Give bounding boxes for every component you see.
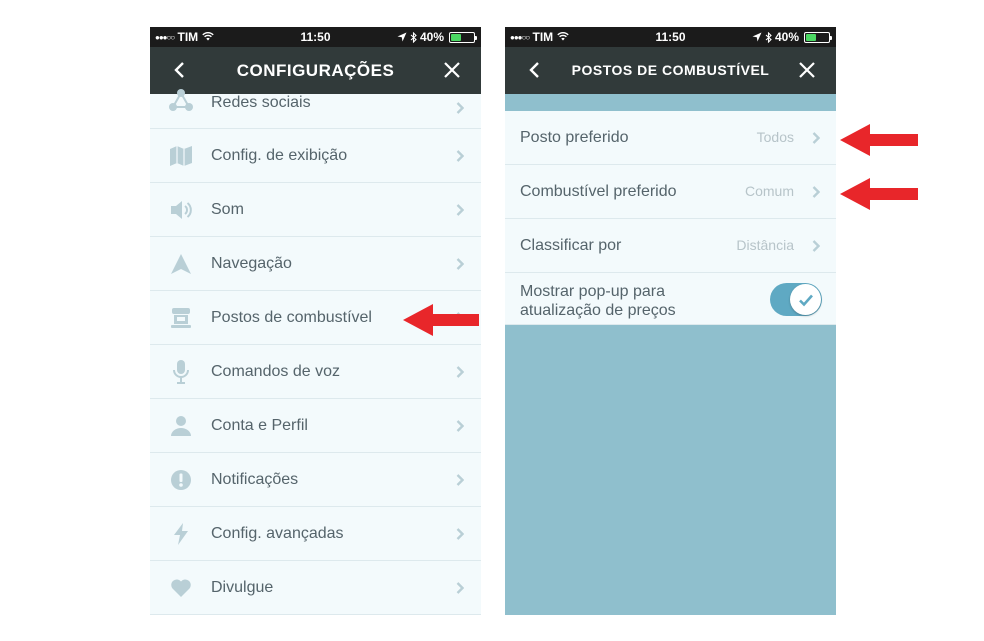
annotation-arrow-left (403, 304, 479, 336)
settings-item-comandos-voz[interactable]: Comandos de voz (150, 345, 481, 399)
toggle-knob (790, 284, 821, 315)
chevron-right-icon (812, 132, 820, 144)
lightning-icon (169, 522, 193, 546)
gas-station-icon (169, 306, 193, 330)
setting-label: Combustível preferido (520, 183, 677, 200)
section-spacer (505, 94, 836, 111)
bluetooth-icon (410, 31, 417, 43)
chevron-right-icon (456, 365, 464, 378)
map-icon (169, 144, 193, 168)
settings-item-label: Som (211, 200, 244, 218)
setting-label: Posto preferido (520, 129, 629, 146)
settings-item-label: Navegação (211, 254, 292, 272)
settings-item-label: Redes sociais (211, 94, 311, 111)
status-bar: ●●●○○ TIM 11:50 40% (150, 27, 481, 47)
close-icon (444, 62, 460, 78)
settings-item-label: Postos de combustível (211, 308, 372, 326)
settings-item-label: Conta e Perfil (211, 416, 308, 434)
status-bar: ●●●○○ TIM 11:50 40% (505, 27, 836, 47)
share-icon (169, 88, 193, 112)
chevron-right-icon (456, 102, 464, 114)
setting-value: Todos (756, 129, 794, 145)
settings-item-redes-sociais[interactable]: Redes sociais (150, 89, 481, 129)
gas-station-settings-list: Posto preferido Todos Combustível prefer… (505, 111, 836, 325)
battery-icon (449, 31, 477, 43)
user-icon (169, 414, 193, 438)
page-title: POSTOS DE COMBUSTÍVEL (571, 62, 770, 78)
toggle-label: Mostrar pop-up para atualização de preço… (520, 283, 676, 319)
settings-item-conta-perfil[interactable]: Conta e Perfil (150, 399, 481, 453)
battery-percentage: 40% (774, 30, 799, 44)
microphone-icon (169, 359, 193, 384)
settings-item-divulgue[interactable]: Divulgue (150, 561, 481, 615)
settings-item-navegacao[interactable]: Navegação (150, 237, 481, 291)
page-title: CONFIGURAÇÕES (236, 61, 395, 80)
annotation-arrow-right-2 (840, 178, 918, 210)
setting-price-update-popup: Mostrar pop-up para atualização de preço… (505, 273, 836, 325)
back-chevron-icon (529, 62, 539, 78)
close-button[interactable] (792, 55, 822, 85)
settings-item-label: Config. avançadas (211, 524, 344, 542)
chevron-right-icon (456, 527, 464, 540)
heart-icon (169, 576, 193, 600)
navigation-bar: POSTOS DE COMBUSTÍVEL (505, 47, 836, 94)
chevron-right-icon (456, 203, 464, 216)
chevron-right-icon (456, 581, 464, 594)
chevron-right-icon (456, 473, 464, 486)
battery-icon (804, 31, 832, 43)
checkmark-icon (798, 294, 813, 306)
chevron-right-icon (812, 186, 820, 198)
chevron-right-icon (812, 240, 820, 252)
settings-item-config-avancadas[interactable]: Config. avançadas (150, 507, 481, 561)
setting-value: Distância (736, 237, 794, 253)
close-icon (799, 62, 815, 78)
price-popup-toggle[interactable] (770, 283, 822, 316)
setting-posto-preferido[interactable]: Posto preferido Todos (505, 111, 836, 165)
annotation-arrow-right-1 (840, 124, 918, 156)
chevron-right-icon (456, 419, 464, 432)
setting-classificar-por[interactable]: Classificar por Distância (505, 219, 836, 273)
chevron-right-icon (456, 149, 464, 162)
exclamation-icon (169, 468, 193, 492)
settings-item-label: Comandos de voz (211, 362, 340, 380)
settings-item-label: Config. de exibição (211, 146, 348, 164)
back-chevron-icon (174, 62, 184, 78)
setting-value: Comum (744, 183, 794, 199)
close-button[interactable] (437, 55, 467, 85)
chevron-right-icon (456, 257, 464, 270)
back-button[interactable] (164, 55, 194, 85)
location-arrow-icon (397, 32, 407, 42)
battery-percentage: 40% (419, 30, 444, 44)
back-button[interactable] (519, 55, 549, 85)
navigation-arrow-icon (169, 252, 193, 276)
navigation-bar: CONFIGURAÇÕES (150, 47, 481, 94)
setting-label: Classificar por (520, 237, 622, 254)
settings-item-config-exibicao[interactable]: Config. de exibição (150, 129, 481, 183)
bluetooth-icon (765, 31, 772, 43)
settings-item-notificacoes[interactable]: Notificações (150, 453, 481, 507)
setting-combustivel-preferido[interactable]: Combustível preferido Comum (505, 165, 836, 219)
settings-item-som[interactable]: Som (150, 183, 481, 237)
settings-item-label: Notificações (211, 470, 299, 488)
gas-stations-screen: ●●●○○ TIM 11:50 40% POSTOS DE COMBUSTÍVE… (505, 27, 836, 615)
speaker-icon (169, 198, 193, 222)
settings-item-label: Divulgue (211, 578, 274, 596)
location-arrow-icon (752, 32, 762, 42)
settings-list: Redes sociais Config. de exibição Som Na… (150, 89, 481, 615)
